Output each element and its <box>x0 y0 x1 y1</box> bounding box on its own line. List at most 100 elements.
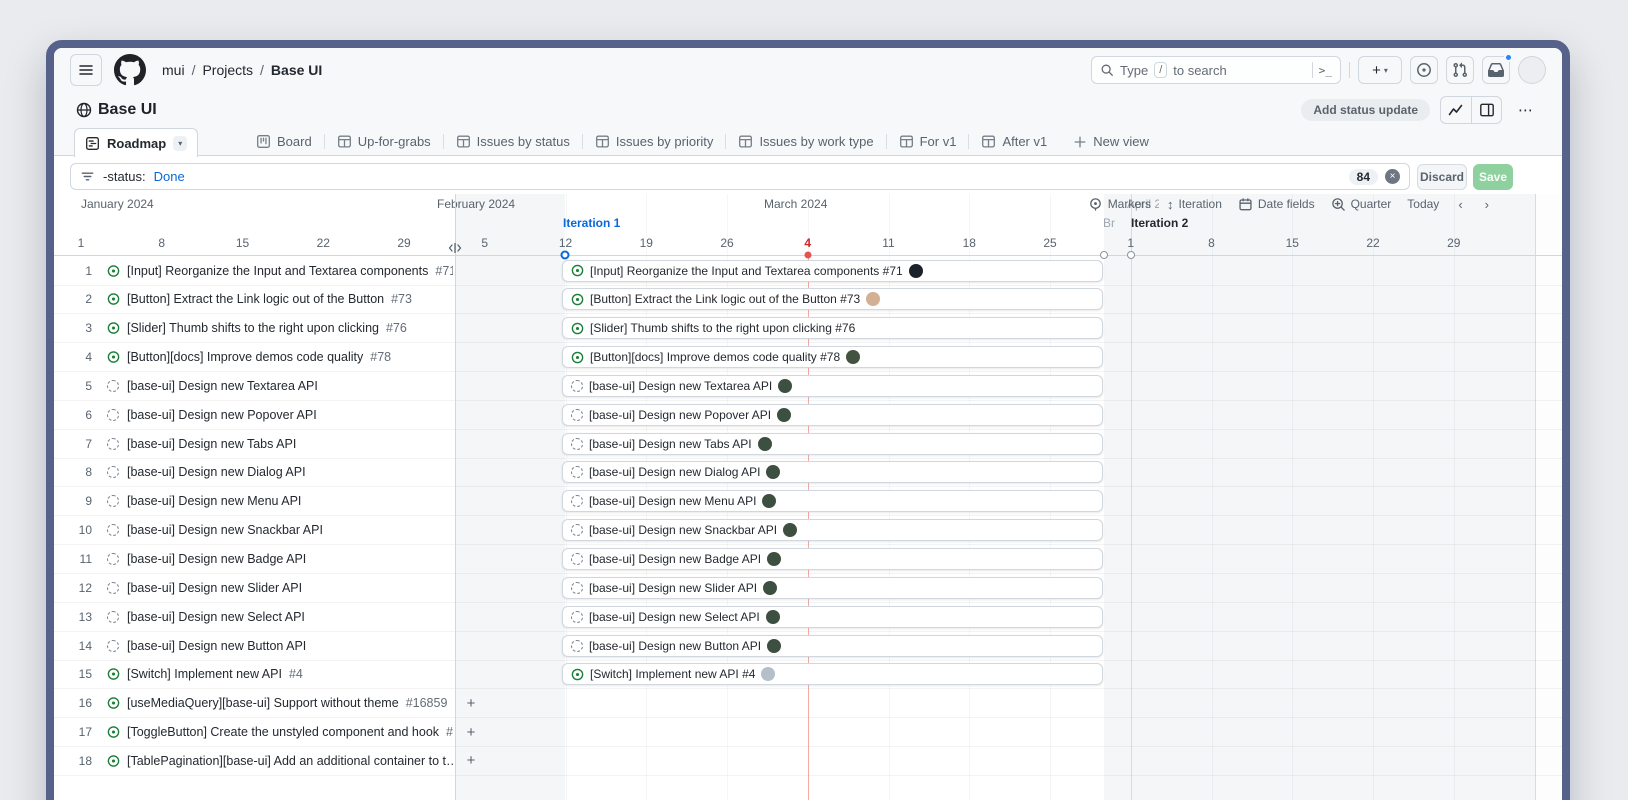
item-title[interactable]: [Slider] Thumb shifts to the right upon … <box>127 314 407 342</box>
item-title[interactable]: [ToggleButton] Create the unstyled compo… <box>127 718 453 746</box>
tab-after-v1[interactable]: After v1 <box>969 128 1059 155</box>
item-title[interactable]: [Button] Extract the Link logic out of t… <box>127 285 412 313</box>
new-view-button[interactable]: New view <box>1059 134 1163 149</box>
item-title[interactable]: [base-ui] Design new Dialog API <box>127 458 313 486</box>
assignee-avatar[interactable] <box>767 552 781 566</box>
timeline-bar[interactable]: [Slider] Thumb shifts to the right upon … <box>562 317 1103 339</box>
scroll-right-button[interactable]: › <box>1482 197 1492 212</box>
tab-for-v1[interactable]: For v1 <box>887 128 969 155</box>
item-title[interactable]: [base-ui] Design new Snackbar API <box>127 516 330 544</box>
github-logo[interactable] <box>114 54 146 86</box>
item-title[interactable]: [base-ui] Design new Slider API <box>127 574 309 602</box>
timeline-bar[interactable]: [base-ui] Design new Badge API <box>562 548 1103 570</box>
pane-divider[interactable] <box>455 194 456 800</box>
iteration2-start-marker[interactable] <box>1127 251 1135 259</box>
insights-button[interactable] <box>1441 97 1471 123</box>
tab-board[interactable]: Board <box>244 128 324 155</box>
date-fields-button[interactable]: Date fields <box>1238 197 1315 212</box>
assignee-avatar[interactable] <box>758 437 772 451</box>
item-title[interactable]: [base-ui] Design new Badge API <box>127 545 313 573</box>
item-title[interactable]: [base-ui] Design new Menu API <box>127 487 308 515</box>
save-button[interactable]: Save <box>1473 164 1513 190</box>
tab-issues-by-status[interactable]: Issues by status <box>444 128 582 155</box>
assignee-avatar[interactable] <box>767 639 781 653</box>
assignee-avatar[interactable] <box>846 350 860 364</box>
breadcrumb-org[interactable]: mui <box>162 62 185 78</box>
add-date-button[interactable]: + <box>462 752 480 770</box>
timeline-bar[interactable]: [base-ui] Design new Dialog API <box>562 461 1103 483</box>
hamburger-menu-button[interactable] <box>70 54 102 86</box>
table-row[interactable]: 5 [base-ui] Design new Textarea API [bas… <box>54 372 1562 401</box>
table-row[interactable]: 9 [base-ui] Design new Menu API [base-ui… <box>54 487 1562 516</box>
clear-filter-icon[interactable]: × <box>1385 169 1400 184</box>
table-row[interactable]: 14 [base-ui] Design new Button API [base… <box>54 632 1562 661</box>
assignee-avatar[interactable] <box>783 523 797 537</box>
item-title[interactable]: [base-ui] Design new Textarea API <box>127 372 325 400</box>
item-title[interactable]: [TablePagination][base-ui] Add an additi… <box>127 747 453 775</box>
assignee-avatar[interactable] <box>766 465 780 479</box>
iteration1-end-marker[interactable] <box>1100 251 1108 259</box>
tab-issues-by-priority[interactable]: Issues by priority <box>583 128 726 155</box>
table-row[interactable]: 2 [Button] Extract the Link logic out of… <box>54 285 1562 314</box>
assignee-avatar[interactable] <box>762 494 776 508</box>
iteration-zoom-button[interactable]: ↕ Iteration <box>1167 197 1222 212</box>
assignee-avatar[interactable] <box>909 264 923 278</box>
tab-up-for-grabs[interactable]: Up-for-grabs <box>325 128 443 155</box>
item-title[interactable]: [base-ui] Design new Button API <box>127 632 313 660</box>
pane-resize-handle[interactable] <box>446 242 464 254</box>
tab-roadmap-active[interactable]: Roadmap ▾ <box>74 128 198 157</box>
timeline-bar[interactable]: [base-ui] Design new Popover API <box>562 404 1103 426</box>
issues-button[interactable] <box>1410 56 1438 84</box>
breadcrumb-current[interactable]: Base UI <box>271 62 322 78</box>
timeline-bar[interactable]: [Input] Reorganize the Input and Textare… <box>562 260 1103 282</box>
chevron-down-icon[interactable]: ▾ <box>173 136 187 151</box>
assignee-avatar[interactable] <box>778 379 792 393</box>
timeline-bar[interactable]: [Switch] Implement new API #4 <box>562 663 1103 685</box>
item-title[interactable]: [Button][docs] Improve demos code qualit… <box>127 343 391 371</box>
timeline-bar[interactable]: [base-ui] Design new Slider API <box>562 577 1103 599</box>
timeline-bar[interactable]: [Button] Extract the Link logic out of t… <box>562 288 1103 310</box>
assignee-avatar[interactable] <box>777 408 791 422</box>
global-search-input[interactable]: Type / to search >_ <box>1091 56 1341 84</box>
assignee-avatar[interactable] <box>761 667 775 681</box>
table-row[interactable]: 16 [useMediaQuery][base-ui] Support with… <box>54 689 1562 718</box>
add-date-button[interactable]: + <box>462 723 480 741</box>
timeline-bar[interactable]: [base-ui] Design new Menu API <box>562 490 1103 512</box>
scroll-left-button[interactable]: ‹ <box>1455 197 1465 212</box>
assignee-avatar[interactable] <box>766 610 780 624</box>
assignee-avatar[interactable] <box>763 581 777 595</box>
table-row[interactable]: 18 [TablePagination][base-ui] Add an add… <box>54 747 1562 776</box>
item-title[interactable]: [useMediaQuery][base-ui] Support without… <box>127 689 447 717</box>
create-new-button[interactable]: + ▾ <box>1358 56 1402 84</box>
table-row[interactable]: 10 [base-ui] Design new Snackbar API [ba… <box>54 516 1562 545</box>
user-avatar[interactable] <box>1518 56 1546 84</box>
assignee-avatar[interactable] <box>866 292 880 306</box>
timeline-bar[interactable]: [base-ui] Design new Tabs API <box>562 433 1103 455</box>
table-row[interactable]: 15 [Switch] Implement new API#4 [Switch]… <box>54 660 1562 689</box>
tab-issues-by-work-type[interactable]: Issues by work type <box>726 128 885 155</box>
table-row[interactable]: 6 [base-ui] Design new Popover API [base… <box>54 401 1562 430</box>
table-row[interactable]: 11 [base-ui] Design new Badge API [base-… <box>54 545 1562 574</box>
table-row[interactable]: 8 [base-ui] Design new Dialog API [base-… <box>54 458 1562 487</box>
item-title[interactable]: [base-ui] Design new Tabs API <box>127 430 303 458</box>
item-title[interactable]: [base-ui] Design new Select API <box>127 603 312 631</box>
table-row[interactable]: 7 [base-ui] Design new Tabs API [base-ui… <box>54 430 1562 459</box>
timeline-bar[interactable]: [base-ui] Design new Select API <box>562 606 1103 628</box>
table-row[interactable]: 13 [base-ui] Design new Select API [base… <box>54 603 1562 632</box>
side-panel-button[interactable] <box>1471 97 1501 123</box>
breadcrumb-projects[interactable]: Projects <box>202 62 253 78</box>
timeline-bar[interactable]: [base-ui] Design new Textarea API <box>562 375 1103 397</box>
table-row[interactable]: 3 [Slider] Thumb shifts to the right upo… <box>54 314 1562 343</box>
item-title[interactable]: [Input] Reorganize the Input and Textare… <box>127 257 453 285</box>
filter-input[interactable]: -status:Done 84 × <box>70 163 1410 190</box>
add-date-button[interactable]: + <box>462 694 480 712</box>
timeline-bar[interactable]: [base-ui] Design new Button API <box>562 635 1103 657</box>
pull-requests-button[interactable] <box>1446 56 1474 84</box>
command-palette-icon[interactable]: >_ <box>1319 64 1332 77</box>
markers-button[interactable]: Markers <box>1088 197 1151 212</box>
table-row[interactable]: 17 [ToggleButton] Create the unstyled co… <box>54 718 1562 747</box>
timeline-bar[interactable]: [base-ui] Design new Snackbar API <box>562 519 1103 541</box>
today-button[interactable]: Today <box>1407 197 1439 211</box>
item-title[interactable]: [base-ui] Design new Popover API <box>127 401 324 429</box>
quarter-zoom-button[interactable]: Quarter <box>1331 197 1392 212</box>
